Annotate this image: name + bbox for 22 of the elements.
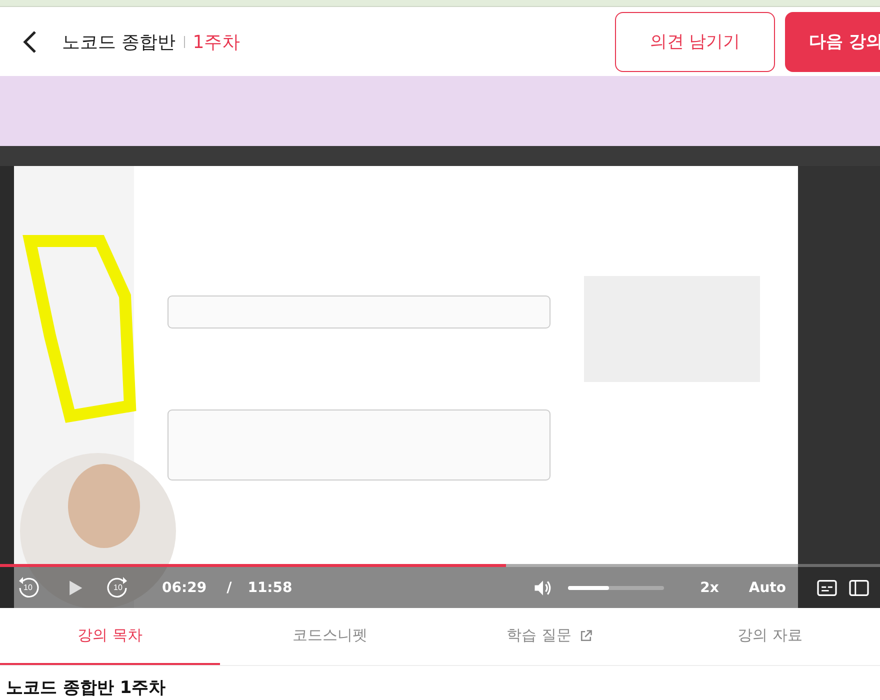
week-label: 1주차 (192, 30, 240, 54)
rewind-button[interactable]: 10 (16, 576, 40, 600)
tab[interactable]: 강의 자료 (660, 608, 880, 665)
duration: 11:58 (248, 580, 292, 596)
time-separator: / (226, 580, 232, 596)
forward-button[interactable]: 10 (106, 576, 130, 600)
rewind-icon (16, 576, 40, 600)
tab[interactable]: 강의 목차 (0, 608, 220, 665)
subtitles-icon[interactable] (816, 578, 838, 596)
back-icon[interactable] (22, 30, 38, 54)
section-title: 노코드 종합반 1주차 (5, 677, 167, 699)
course-title: 노코드 종합반 (62, 30, 176, 54)
feedback-button[interactable]: 의견 남기기 (615, 12, 775, 72)
speed-button[interactable]: 2x (700, 580, 719, 596)
volume-slider[interactable] (568, 586, 664, 590)
tab[interactable]: 코드스니펫 (220, 608, 440, 665)
window-icon[interactable] (848, 578, 870, 596)
progress-bar[interactable] (0, 564, 880, 567)
quality-button[interactable]: Auto (748, 580, 786, 596)
forward-icon (106, 576, 130, 600)
tab[interactable]: 학습 질문 (440, 608, 660, 665)
current-time: 06:29 (162, 580, 207, 596)
